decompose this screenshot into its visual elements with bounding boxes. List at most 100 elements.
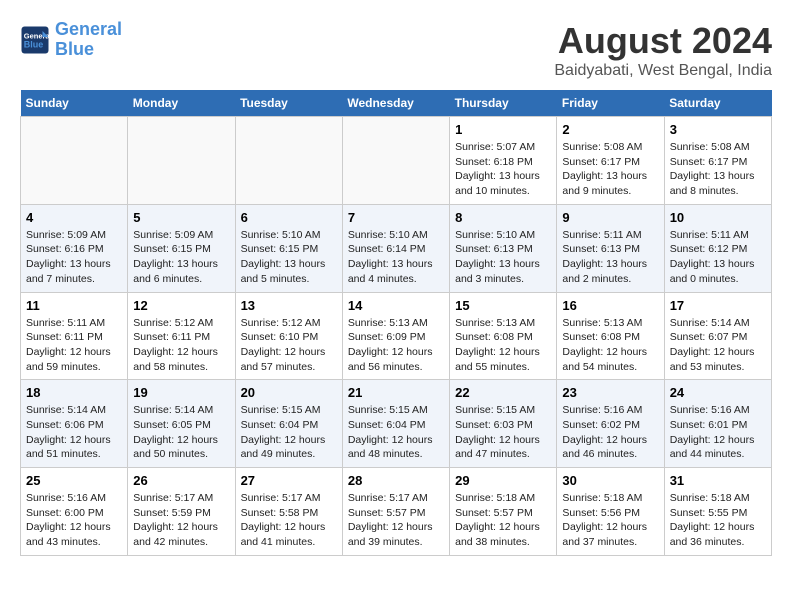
day-info: Sunrise: 5:10 AM Sunset: 6:15 PM Dayligh… bbox=[241, 228, 337, 287]
day-number: 15 bbox=[455, 298, 551, 313]
calendar-cell: 30 Sunrise: 5:18 AM Sunset: 5:56 PM Dayli… bbox=[557, 468, 664, 556]
calendar-title: August 2024 bbox=[554, 20, 772, 62]
logo-text: GeneralBlue bbox=[55, 20, 122, 60]
day-info: Sunrise: 5:11 AM Sunset: 6:12 PM Dayligh… bbox=[670, 228, 766, 287]
calendar-cell: 22 Sunrise: 5:15 AM Sunset: 6:03 PM Dayli… bbox=[450, 380, 557, 468]
day-info: Sunrise: 5:17 AM Sunset: 5:59 PM Dayligh… bbox=[133, 491, 229, 550]
calendar-cell bbox=[21, 117, 128, 205]
day-number: 7 bbox=[348, 210, 444, 225]
day-number: 19 bbox=[133, 385, 229, 400]
day-info: Sunrise: 5:07 AM Sunset: 6:18 PM Dayligh… bbox=[455, 140, 551, 199]
calendar-cell: 12 Sunrise: 5:12 AM Sunset: 6:11 PM Dayli… bbox=[128, 292, 235, 380]
day-number: 16 bbox=[562, 298, 658, 313]
calendar-cell bbox=[128, 117, 235, 205]
day-number: 21 bbox=[348, 385, 444, 400]
day-number: 14 bbox=[348, 298, 444, 313]
week-row-2: 4 Sunrise: 5:09 AM Sunset: 6:16 PM Daylig… bbox=[21, 204, 772, 292]
day-number: 1 bbox=[455, 122, 551, 137]
calendar-cell: 2Sunrise: 5:08 AM Sunset: 6:17 PM Daylig… bbox=[557, 117, 664, 205]
page-header: General Blue GeneralBlue August 2024 Bai… bbox=[20, 20, 772, 80]
day-number: 22 bbox=[455, 385, 551, 400]
calendar-cell: 26 Sunrise: 5:17 AM Sunset: 5:59 PM Dayli… bbox=[128, 468, 235, 556]
day-info: Sunrise: 5:10 AM Sunset: 6:14 PM Dayligh… bbox=[348, 228, 444, 287]
day-info: Sunrise: 5:15 AM Sunset: 6:04 PM Dayligh… bbox=[241, 403, 337, 462]
calendar-cell: 21 Sunrise: 5:15 AM Sunset: 6:04 PM Dayli… bbox=[342, 380, 449, 468]
day-info: Sunrise: 5:09 AM Sunset: 6:16 PM Dayligh… bbox=[26, 228, 122, 287]
day-number: 5 bbox=[133, 210, 229, 225]
calendar-cell: 31 Sunrise: 5:18 AM Sunset: 5:55 PM Dayli… bbox=[664, 468, 771, 556]
calendar-cell: 6 Sunrise: 5:10 AM Sunset: 6:15 PM Daylig… bbox=[235, 204, 342, 292]
week-row-1: 1 Sunrise: 5:07 AM Sunset: 6:18 PM Daylig… bbox=[21, 117, 772, 205]
calendar-cell: 25 Sunrise: 5:16 AM Sunset: 6:00 PM Dayli… bbox=[21, 468, 128, 556]
calendar-cell: 29 Sunrise: 5:18 AM Sunset: 5:57 PM Dayli… bbox=[450, 468, 557, 556]
day-number: 29 bbox=[455, 473, 551, 488]
day-number: 11 bbox=[26, 298, 122, 313]
day-number: 9 bbox=[562, 210, 658, 225]
calendar-cell: 20 Sunrise: 5:15 AM Sunset: 6:04 PM Dayli… bbox=[235, 380, 342, 468]
day-number: 23 bbox=[562, 385, 658, 400]
calendar-cell: 10 Sunrise: 5:11 AM Sunset: 6:12 PM Dayli… bbox=[664, 204, 771, 292]
day-number: 24 bbox=[670, 385, 766, 400]
day-info: Sunrise: 5:13 AM Sunset: 6:09 PM Dayligh… bbox=[348, 316, 444, 375]
day-info: Sunrise: 5:18 AM Sunset: 5:55 PM Dayligh… bbox=[670, 491, 766, 550]
week-row-3: 11Sunrise: 5:11 AM Sunset: 6:11 PM Dayli… bbox=[21, 292, 772, 380]
calendar-cell: 27 Sunrise: 5:17 AM Sunset: 5:58 PM Dayli… bbox=[235, 468, 342, 556]
calendar-cell: 16Sunrise: 5:13 AM Sunset: 6:08 PM Dayli… bbox=[557, 292, 664, 380]
day-number: 6 bbox=[241, 210, 337, 225]
day-info: Sunrise: 5:13 AM Sunset: 6:08 PM Dayligh… bbox=[455, 316, 551, 375]
calendar-cell: 13 Sunrise: 5:12 AM Sunset: 6:10 PM Dayli… bbox=[235, 292, 342, 380]
day-number: 25 bbox=[26, 473, 122, 488]
day-info: Sunrise: 5:18 AM Sunset: 5:56 PM Dayligh… bbox=[562, 491, 658, 550]
calendar-cell bbox=[342, 117, 449, 205]
day-info: Sunrise: 5:12 AM Sunset: 6:11 PM Dayligh… bbox=[133, 316, 229, 375]
day-info: Sunrise: 5:08 AM Sunset: 6:17 PM Dayligh… bbox=[670, 140, 766, 199]
day-number: 30 bbox=[562, 473, 658, 488]
calendar-subtitle: Baidyabati, West Bengal, India bbox=[554, 62, 772, 80]
day-header-tuesday: Tuesday bbox=[235, 90, 342, 117]
calendar-cell: 11Sunrise: 5:11 AM Sunset: 6:11 PM Dayli… bbox=[21, 292, 128, 380]
day-info: Sunrise: 5:16 AM Sunset: 6:01 PM Dayligh… bbox=[670, 403, 766, 462]
day-header-friday: Friday bbox=[557, 90, 664, 117]
day-header-saturday: Saturday bbox=[664, 90, 771, 117]
title-section: August 2024 Baidyabati, West Bengal, Ind… bbox=[554, 20, 772, 80]
calendar-cell: 5Sunrise: 5:09 AM Sunset: 6:15 PM Daylig… bbox=[128, 204, 235, 292]
day-info: Sunrise: 5:14 AM Sunset: 6:05 PM Dayligh… bbox=[133, 403, 229, 462]
day-number: 2 bbox=[562, 122, 658, 137]
calendar-cell bbox=[235, 117, 342, 205]
day-number: 10 bbox=[670, 210, 766, 225]
calendar-cell: 3Sunrise: 5:08 AM Sunset: 6:17 PM Daylig… bbox=[664, 117, 771, 205]
day-info: Sunrise: 5:12 AM Sunset: 6:10 PM Dayligh… bbox=[241, 316, 337, 375]
calendar-cell: 24 Sunrise: 5:16 AM Sunset: 6:01 PM Dayli… bbox=[664, 380, 771, 468]
day-info: Sunrise: 5:16 AM Sunset: 6:00 PM Dayligh… bbox=[26, 491, 122, 550]
day-header-thursday: Thursday bbox=[450, 90, 557, 117]
calendar-cell: 1 Sunrise: 5:07 AM Sunset: 6:18 PM Daylig… bbox=[450, 117, 557, 205]
day-number: 27 bbox=[241, 473, 337, 488]
calendar-cell: 18 Sunrise: 5:14 AM Sunset: 6:06 PM Dayli… bbox=[21, 380, 128, 468]
day-info: Sunrise: 5:17 AM Sunset: 5:58 PM Dayligh… bbox=[241, 491, 337, 550]
header-row: SundayMondayTuesdayWednesdayThursdayFrid… bbox=[21, 90, 772, 117]
calendar-cell: 9Sunrise: 5:11 AM Sunset: 6:13 PM Daylig… bbox=[557, 204, 664, 292]
day-number: 28 bbox=[348, 473, 444, 488]
day-info: Sunrise: 5:14 AM Sunset: 6:07 PM Dayligh… bbox=[670, 316, 766, 375]
calendar-cell: 7 Sunrise: 5:10 AM Sunset: 6:14 PM Daylig… bbox=[342, 204, 449, 292]
day-info: Sunrise: 5:14 AM Sunset: 6:06 PM Dayligh… bbox=[26, 403, 122, 462]
day-header-sunday: Sunday bbox=[21, 90, 128, 117]
svg-text:Blue: Blue bbox=[24, 39, 44, 49]
day-info: Sunrise: 5:16 AM Sunset: 6:02 PM Dayligh… bbox=[562, 403, 658, 462]
day-number: 18 bbox=[26, 385, 122, 400]
day-number: 31 bbox=[670, 473, 766, 488]
day-number: 4 bbox=[26, 210, 122, 225]
day-info: Sunrise: 5:15 AM Sunset: 6:03 PM Dayligh… bbox=[455, 403, 551, 462]
logo: General Blue GeneralBlue bbox=[20, 20, 122, 60]
day-info: Sunrise: 5:18 AM Sunset: 5:57 PM Dayligh… bbox=[455, 491, 551, 550]
day-number: 26 bbox=[133, 473, 229, 488]
day-number: 12 bbox=[133, 298, 229, 313]
day-number: 20 bbox=[241, 385, 337, 400]
day-number: 17 bbox=[670, 298, 766, 313]
calendar-cell: 15 Sunrise: 5:13 AM Sunset: 6:08 PM Dayli… bbox=[450, 292, 557, 380]
day-number: 13 bbox=[241, 298, 337, 313]
day-number: 8 bbox=[455, 210, 551, 225]
calendar-cell: 8Sunrise: 5:10 AM Sunset: 6:13 PM Daylig… bbox=[450, 204, 557, 292]
day-info: Sunrise: 5:17 AM Sunset: 5:57 PM Dayligh… bbox=[348, 491, 444, 550]
day-info: Sunrise: 5:15 AM Sunset: 6:04 PM Dayligh… bbox=[348, 403, 444, 462]
